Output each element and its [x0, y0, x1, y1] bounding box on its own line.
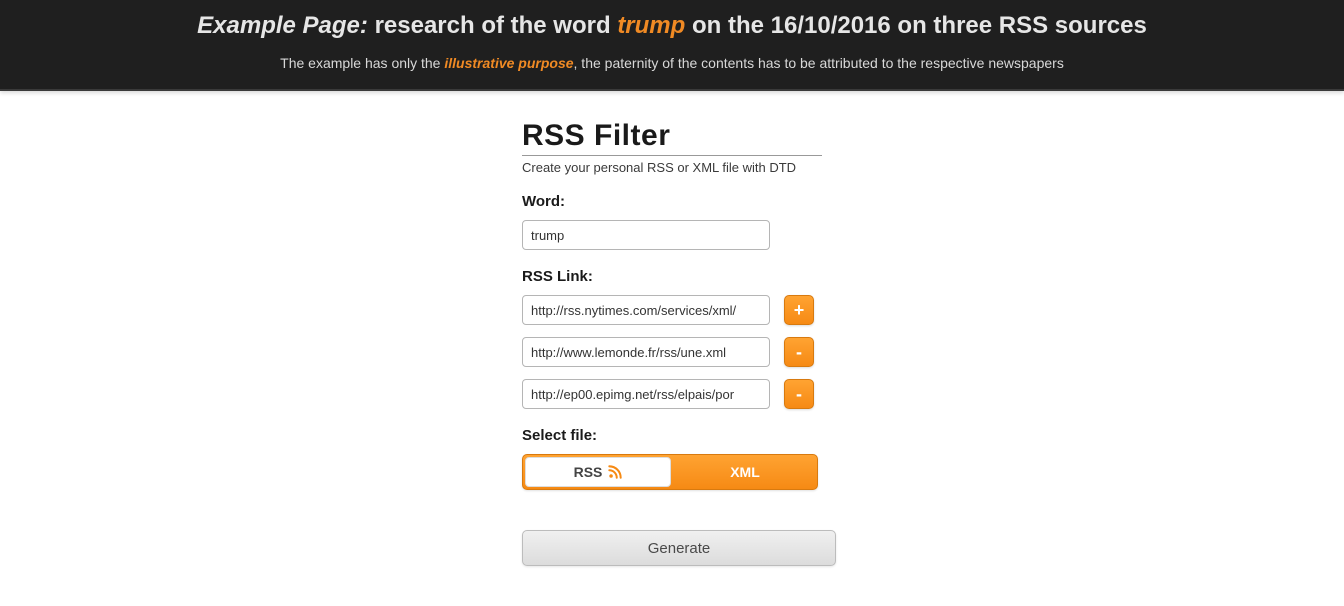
word-field-block: Word:	[522, 193, 822, 250]
banner-sub-before: The example has only the	[280, 55, 444, 71]
rss-link-input[interactable]	[522, 337, 770, 367]
segment-rss-label: RSS	[574, 464, 603, 480]
rss-link-input[interactable]	[522, 295, 770, 325]
word-label: Word:	[522, 193, 822, 210]
banner-text-before: research of the word	[368, 12, 617, 39]
segment-xml[interactable]: XML	[673, 455, 817, 489]
remove-link-button[interactable]: -	[784, 379, 814, 409]
segment-rss[interactable]: RSS	[525, 457, 671, 487]
link-row: +	[522, 295, 822, 325]
link-row: -	[522, 337, 822, 367]
form-container: RSS Filter Create your personal RSS or X…	[522, 119, 822, 566]
banner-text-after: on the 16/10/2016 on three RSS sources	[685, 12, 1147, 39]
file-type-segmented: RSS XML	[522, 454, 818, 490]
rss-link-label: RSS Link:	[522, 268, 822, 285]
title-divider	[522, 155, 822, 156]
generate-button[interactable]: Generate	[522, 530, 836, 566]
banner-prefix: Example Page:	[197, 12, 368, 39]
app-subtitle: Create your personal RSS or XML file wit…	[522, 160, 822, 175]
link-row: -	[522, 379, 822, 409]
remove-link-button[interactable]: -	[784, 337, 814, 367]
example-banner: Example Page: research of the word trump…	[0, 0, 1344, 91]
app-title: RSS Filter	[522, 119, 822, 153]
banner-title: Example Page: research of the word trump…	[20, 10, 1324, 41]
banner-keyword: trump	[617, 12, 685, 39]
segment-xml-label: XML	[730, 464, 760, 480]
rss-link-input[interactable]	[522, 379, 770, 409]
select-file-block: Select file: RSS XML	[522, 427, 822, 490]
select-file-label: Select file:	[522, 427, 822, 444]
add-link-button[interactable]: +	[784, 295, 814, 325]
links-field-block: RSS Link: + - -	[522, 268, 822, 409]
rss-icon	[608, 465, 622, 479]
word-input[interactable]	[522, 220, 770, 250]
banner-sub-after: , the paternity of the contents has to b…	[574, 55, 1064, 71]
banner-sub-em: illustrative purpose	[444, 55, 573, 71]
banner-subtitle: The example has only the illustrative pu…	[20, 55, 1324, 71]
